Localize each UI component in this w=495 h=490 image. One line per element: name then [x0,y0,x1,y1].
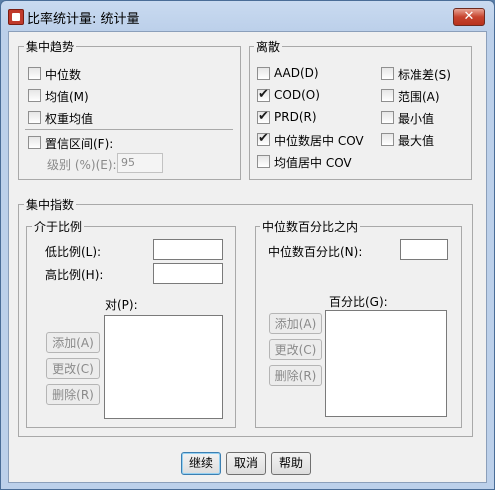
std-dev-label[interactable]: 标准差(S) [398,66,451,83]
percent-of-median-label: 中位数百分比(N): [268,245,363,259]
median-label[interactable]: 中位数 [45,66,81,83]
minimum-checkbox[interactable] [381,111,394,124]
percent-of-median-input[interactable] [400,239,448,260]
pairs-listbox[interactable] [104,315,223,419]
low-proportion-input[interactable] [153,239,223,260]
within-median-legend: 中位数百分比之内 [260,218,361,235]
within-change-button[interactable]: 更改(C) [269,339,322,360]
concentration-index-legend: 集中指数 [24,196,77,213]
between-remove-button[interactable]: 删除(R) [46,384,100,405]
maximum-checkbox[interactable] [381,133,394,146]
weighted-mean-label[interactable]: 权重均值 [45,110,93,127]
help-button[interactable]: 帮助 [271,452,311,475]
low-proportion-label: 低比例(L): [45,245,102,259]
central-tendency-legend: 集中趋势 [24,38,77,55]
title-bar[interactable]: 比率统计量: 统计量 ✕ [1,1,494,31]
maximum-label[interactable]: 最大值 [398,132,434,149]
confidence-intervals-checkbox[interactable] [28,136,41,149]
dialog-window: 比率统计量: 统计量 ✕ 集中趋势 中位数 均值(M) 权重均值 置信区间(F)… [0,0,495,490]
between-change-button[interactable]: 更改(C) [46,358,100,379]
cod-checkbox[interactable] [257,87,270,102]
between-add-button[interactable]: 添加(A) [46,332,100,353]
within-remove-button[interactable]: 删除(R) [269,365,322,386]
median-cov-checkbox[interactable] [257,131,270,146]
within-add-button[interactable]: 添加(A) [269,313,322,334]
std-dev-checkbox[interactable] [381,67,394,80]
high-proportion-input[interactable] [153,263,223,284]
minimum-label[interactable]: 最小值 [398,110,434,127]
prd-label[interactable]: PRD(R) [274,110,317,124]
level-label: 级别 (%)(E): [47,158,117,172]
dialog-body: 集中趋势 中位数 均值(M) 权重均值 置信区间(F): 级别 (%)(E): … [8,31,487,483]
median-cov-label[interactable]: 中位数居中 COV [274,132,364,149]
percentages-label: 百分比(G): [329,295,388,309]
cod-label[interactable]: COD(O) [274,88,320,102]
cancel-button[interactable]: 取消 [226,452,266,475]
aad-checkbox[interactable] [257,67,270,80]
between-proportions-legend: 介于比例 [32,218,85,235]
dispersion-legend: 离散 [254,38,283,55]
prd-checkbox[interactable] [257,109,270,124]
high-proportion-label: 高比例(H): [45,268,104,282]
mean-label[interactable]: 均值(M) [45,88,89,105]
continue-button[interactable]: 继续 [181,452,221,475]
level-input[interactable]: 95 [117,153,163,173]
window-title: 比率统计量: 统计量 [27,12,140,27]
mean-checkbox[interactable] [28,89,41,102]
median-checkbox[interactable] [28,67,41,80]
range-checkbox[interactable] [381,89,394,102]
central-tendency-separator [25,129,233,130]
mean-cov-checkbox[interactable] [257,155,270,168]
pairs-label: 对(P): [105,298,138,312]
range-label[interactable]: 范围(A) [398,88,440,105]
percentages-listbox[interactable] [325,310,447,417]
app-icon [8,9,24,25]
mean-cov-label[interactable]: 均值居中 COV [274,154,352,171]
confidence-intervals-label[interactable]: 置信区间(F): [45,135,113,152]
close-button[interactable]: ✕ [453,8,485,26]
aad-label[interactable]: AAD(D) [274,66,319,80]
weighted-mean-checkbox[interactable] [28,111,41,124]
